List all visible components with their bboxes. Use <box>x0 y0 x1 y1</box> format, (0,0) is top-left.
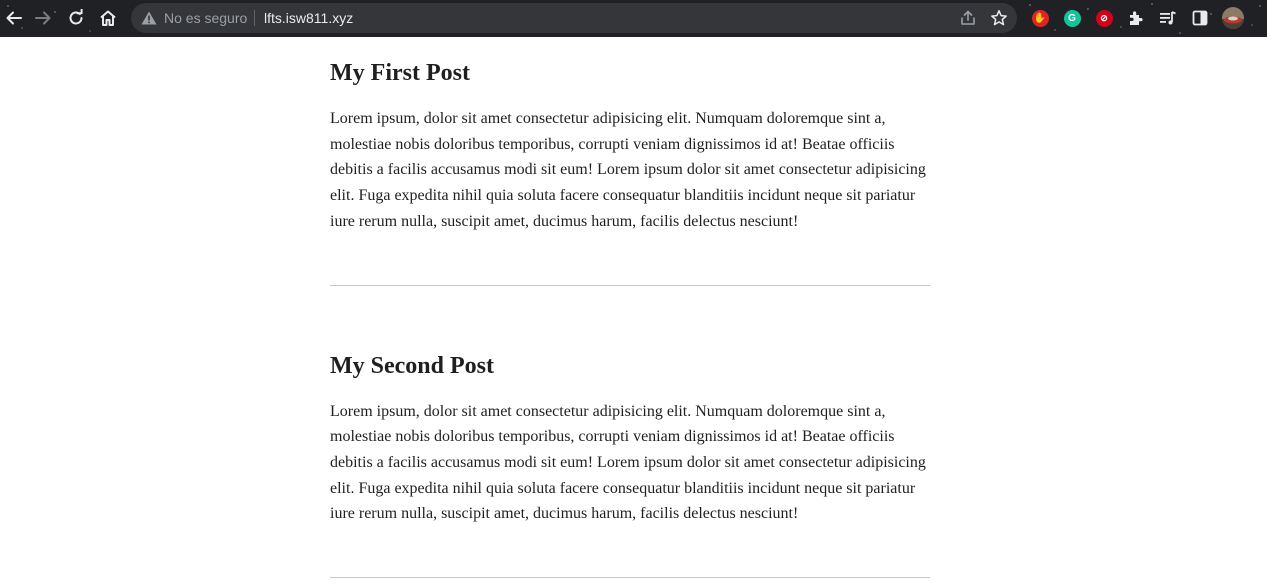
red-block-extension-icon[interactable]: ⊘ <box>1094 8 1114 28</box>
back-button[interactable] <box>0 5 28 31</box>
red-hand-extension-icon[interactable]: ✋ <box>1030 8 1050 28</box>
side-panel-icon[interactable] <box>1190 8 1210 28</box>
puzzle-extensions-icon[interactable] <box>1126 8 1146 28</box>
security-status-label[interactable]: No es seguro <box>164 10 247 26</box>
home-button[interactable] <box>94 5 122 31</box>
post-divider <box>330 577 930 579</box>
post-article: My Second Post Lorem ipsum, dolor sit am… <box>330 351 930 579</box>
forward-arrow-icon <box>35 11 51 25</box>
post-article: My First Post Lorem ipsum, dolor sit ame… <box>330 58 930 286</box>
posts-container: My First Post Lorem ipsum, dolor sit ame… <box>330 40 930 579</box>
forward-button[interactable] <box>29 5 57 31</box>
warning-triangle-icon[interactable] <box>141 11 157 28</box>
post-divider <box>330 284 930 286</box>
post-body: Lorem ipsum, dolor sit amet consectetur … <box>330 402 926 523</box>
home-icon <box>100 10 116 26</box>
back-arrow-icon <box>6 11 22 25</box>
url-text[interactable]: lfts.isw811.xyz <box>264 10 353 26</box>
post-title: My Second Post <box>330 352 494 379</box>
star-icon[interactable] <box>990 9 1008 30</box>
grammarly-extension-icon[interactable]: G <box>1062 8 1082 28</box>
share-icon[interactable] <box>959 9 977 30</box>
address-bar[interactable]: No es seguro lfts.isw811.xyz <box>131 3 1017 33</box>
profile-avatar[interactable] <box>1221 6 1245 30</box>
post-body: Lorem ipsum, dolor sit amet consectetur … <box>330 110 926 230</box>
reload-button[interactable] <box>62 5 90 31</box>
media-control-icon[interactable] <box>1158 8 1178 28</box>
reload-icon <box>69 9 83 25</box>
omnibox-divider <box>254 10 255 26</box>
post-title: My First Post <box>330 60 470 86</box>
browser-toolbar: No es seguro lfts.isw811.xyz ✋ G ⊘ <box>0 0 1267 37</box>
